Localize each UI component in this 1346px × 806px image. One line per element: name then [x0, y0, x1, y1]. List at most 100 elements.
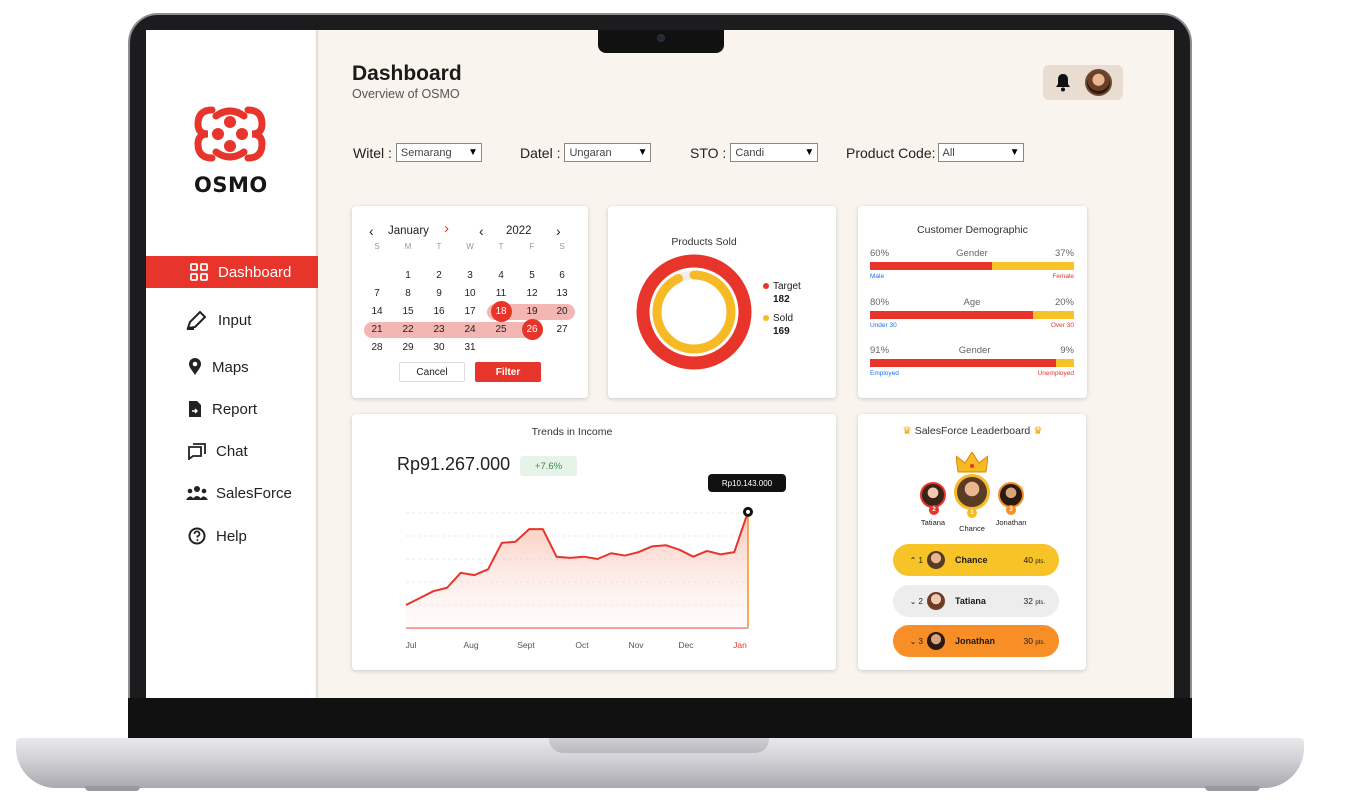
chevron-down-icon: ▼: [637, 147, 648, 158]
sidebar: OSMO Dashboard Input Maps Report Chat Sa…: [146, 30, 318, 698]
income-area-chart: Jul Aug Sept Oct Nov Dec Jan: [405, 506, 753, 650]
calendar-day[interactable]: 8: [398, 288, 418, 299]
calendar-day[interactable]: 29: [398, 342, 418, 353]
next-year-icon[interactable]: ›: [556, 223, 561, 239]
select-value: Semarang: [400, 146, 452, 159]
demo-row-header: 60% Gender 37%: [870, 248, 1074, 259]
sidebar-item-label: Maps: [212, 358, 249, 376]
customer-demographic-card: Customer Demographic 60% Gender 37% Male Fem…: [858, 206, 1087, 398]
calendar-day[interactable]: 15: [398, 306, 418, 317]
demographic-row: 60% Gender 37% Male Female: [870, 248, 1074, 280]
sidebar-item-label: Chat: [216, 442, 248, 460]
calendar-day[interactable]: 23: [429, 324, 449, 335]
demographic-row: 80% Age 20% Under 30 Over 30: [870, 297, 1074, 329]
laptop-foot: [1205, 786, 1260, 791]
calendar-day[interactable]: 7: [367, 288, 387, 299]
calendar-day[interactable]: 30: [429, 342, 449, 353]
calendar-day[interactable]: 13: [552, 288, 572, 299]
left-category: Employed: [870, 370, 899, 377]
current-point-center: [746, 509, 750, 514]
header-actions: [1043, 65, 1123, 100]
next-month-icon[interactable]: ›: [444, 220, 449, 237]
right-category: Unemployed: [1037, 370, 1075, 377]
filter-button[interactable]: Filter: [475, 362, 541, 382]
sidebar-item-salesforce[interactable]: SalesForce: [146, 477, 318, 509]
calendar-month: January: [388, 225, 429, 237]
calendar-day[interactable]: 12: [522, 288, 542, 299]
calendar-day[interactable]: 24: [460, 324, 480, 335]
calendar-day[interactable]: 4: [491, 270, 511, 281]
prev-year-icon[interactable]: ‹: [479, 223, 484, 239]
left-percent: 91%: [870, 345, 890, 356]
calendar-day[interactable]: 9: [429, 288, 449, 299]
rank-badge: 1: [967, 508, 977, 518]
calendar-day[interactable]: 10: [460, 288, 480, 299]
avatar: [927, 592, 945, 610]
select-value: All: [942, 146, 955, 159]
calendar-day[interactable]: 26: [522, 324, 542, 335]
calendar-day[interactable]: 6: [552, 270, 572, 281]
sidebar-item-maps[interactable]: Maps: [146, 351, 318, 383]
sidebar-item-help[interactable]: Help: [146, 520, 318, 552]
avatar[interactable]: [1085, 69, 1112, 96]
demographic-bar: [870, 262, 1074, 270]
weekday-label: F: [529, 242, 535, 251]
product-code-select[interactable]: All ▼: [937, 143, 1024, 162]
calendar-day[interactable]: 19: [522, 306, 542, 317]
calendar-day[interactable]: 14: [367, 306, 387, 317]
grid-icon: [188, 261, 210, 283]
chevron-down-icon: ▼: [804, 147, 815, 158]
chevron-down-icon: ▼: [467, 147, 478, 158]
prev-month-icon[interactable]: ‹: [369, 223, 374, 239]
calendar-day[interactable]: 25: [491, 324, 511, 335]
calendar-day[interactable]: 5: [522, 270, 542, 281]
crown-icon: ♛: [902, 425, 912, 437]
bell-icon[interactable]: [1055, 73, 1071, 97]
calendar-day[interactable]: 18: [491, 306, 511, 317]
screen: OSMO Dashboard Input Maps Report Chat Sa…: [146, 30, 1174, 698]
cancel-button[interactable]: Cancel: [399, 362, 465, 382]
calendar-day[interactable]: 28: [367, 342, 387, 353]
calendar-day[interactable]: 21: [367, 324, 387, 335]
calendar-year: 2022: [506, 225, 532, 237]
leaderboard-points: 32 pts.: [1023, 596, 1045, 606]
filter-sto: STO : Candi ▼: [690, 143, 819, 162]
laptop-chin: [128, 698, 1192, 743]
calendar-day[interactable]: 22: [398, 324, 418, 335]
leaderboard-points: 30 pts.: [1023, 636, 1045, 646]
calendar-day[interactable]: 27: [552, 324, 572, 335]
sidebar-item-label: SalesForce: [216, 484, 292, 502]
date-range-band: [364, 322, 543, 338]
weekday-label: W: [466, 242, 474, 251]
filter-product-code: Product Code: All ▼: [846, 143, 1024, 162]
calendar-day[interactable]: 17: [460, 306, 480, 317]
calendar-day[interactable]: 11: [491, 288, 511, 299]
sidebar-item-chat[interactable]: Chat: [146, 435, 318, 467]
sidebar-item-label: Input: [218, 311, 252, 329]
sidebar-item-dashboard[interactable]: Dashboard: [146, 256, 318, 288]
bar-right-fill: [1033, 311, 1074, 319]
calendar-day[interactable]: 2: [429, 270, 449, 281]
calendar-day[interactable]: 16: [429, 306, 449, 317]
demographic-row: 91% Gender 9% Employed Unemployed: [870, 345, 1074, 377]
sidebar-item-report[interactable]: Report: [146, 393, 318, 425]
page-subtitle: Overview of OSMO: [352, 87, 460, 101]
leaderboard-row[interactable]: ⌃ 1 Chance 40 pts.: [893, 544, 1059, 576]
calendar-day[interactable]: 3: [460, 270, 480, 281]
datel-select[interactable]: Ungaran ▼: [564, 143, 652, 162]
calendar-day[interactable]: 1: [398, 270, 418, 281]
leaderboard-row[interactable]: ⌄ 2 Tatiana 32 pts.: [893, 585, 1059, 617]
select-value: Ungaran: [569, 146, 612, 159]
sto-select[interactable]: Candi ▼: [730, 143, 819, 162]
leaderboard-row[interactable]: ⌄ 3 Jonathan 30 pts.: [893, 625, 1059, 657]
witel-select[interactable]: Semarang ▼: [395, 143, 482, 162]
camera-icon: [657, 34, 665, 42]
legend-dot: [763, 283, 769, 289]
calendar-day[interactable]: 20: [552, 306, 572, 317]
sidebar-item-input[interactable]: Input: [146, 304, 318, 336]
demo-row-header: 91% Gender 9%: [870, 345, 1074, 356]
avatar: [927, 632, 945, 650]
calendar-day[interactable]: 31: [460, 342, 480, 353]
bar-right-fill: [1055, 359, 1074, 367]
left-category: Male: [870, 273, 885, 280]
